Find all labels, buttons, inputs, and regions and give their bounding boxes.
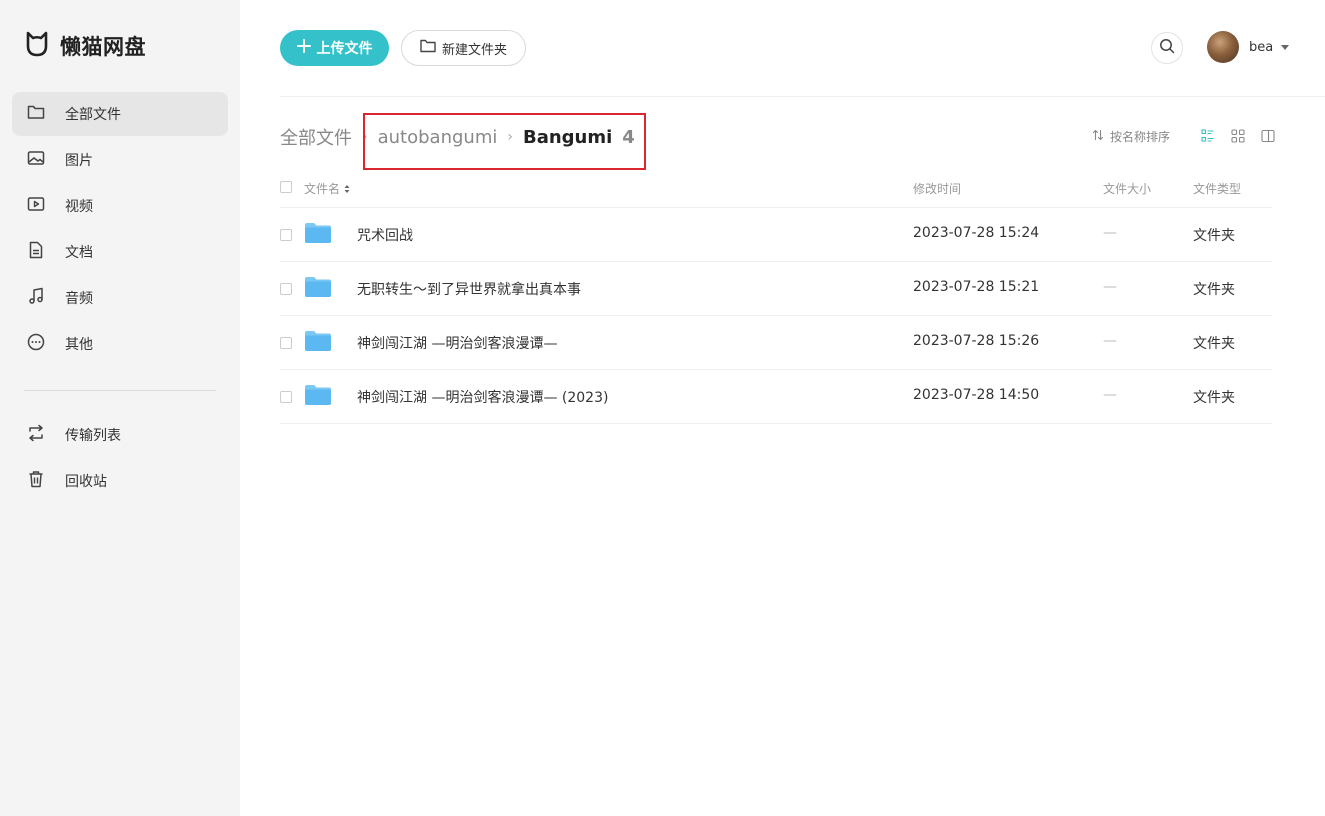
sort-label: 按名称排序 — [1110, 130, 1171, 144]
file-size: — — [1103, 225, 1117, 241]
folder-icon — [305, 384, 331, 410]
app-name: 懒猫网盘 — [60, 35, 146, 59]
modified-time: 2023-07-28 15:21 — [913, 279, 1040, 295]
grid-view-icon[interactable] — [1231, 128, 1245, 143]
sidebar-item-label: 图片 — [65, 153, 93, 169]
file-name: 神剑闯江湖 —明治剑客浪漫谭— (2023) — [357, 390, 609, 406]
folder-icon — [305, 276, 331, 302]
header-name-label: 文件名 — [304, 182, 341, 196]
file-size: — — [1103, 279, 1117, 295]
folder-icon — [305, 330, 331, 356]
file-name: 咒术回战 — [357, 228, 413, 244]
app-window: 懒猫网盘 全部文件 图片 视频 文档 音频 其他 传输列表 回收站 上传文件 新… — [0, 0, 1325, 816]
sidebar-item-transfers[interactable]: 传输列表 — [12, 413, 228, 457]
file-type: 文件夹 — [1193, 336, 1235, 352]
folder-icon — [305, 222, 331, 248]
header-modified[interactable]: 修改时间 — [913, 180, 961, 197]
file-type: 文件夹 — [1193, 228, 1235, 244]
table-row[interactable]: 神剑闯江湖 —明治剑客浪漫谭— (2023) 2023-07-28 14:50 … — [280, 370, 1272, 424]
header-divider — [280, 96, 1325, 97]
new-folder-button[interactable]: 新建文件夹 — [401, 30, 526, 66]
sort-button[interactable]: 按名称排序 — [1092, 128, 1170, 145]
file-name: 神剑闯江湖 —明治剑客浪漫谭— — [357, 336, 558, 352]
modified-time: 2023-07-28 15:26 — [913, 333, 1040, 349]
view-switcher — [1201, 128, 1275, 143]
cat-logo-icon — [24, 30, 50, 62]
transfer-icon — [27, 424, 45, 446]
row-checkbox[interactable] — [280, 283, 292, 295]
music-icon — [27, 287, 45, 309]
plus-icon — [296, 39, 311, 57]
folder-icon — [27, 104, 45, 124]
modified-time: 2023-07-28 14:50 — [913, 387, 1040, 403]
sidebar-item-documents[interactable]: 文档 — [12, 230, 228, 274]
sidebar-item-label: 音频 — [65, 291, 93, 307]
new-folder-button-label: 新建文件夹 — [441, 42, 507, 58]
search-button[interactable] — [1151, 32, 1183, 64]
sort-icon — [1092, 129, 1104, 144]
video-icon — [27, 196, 45, 216]
sidebar-divider — [24, 390, 216, 391]
sidebar-item-audio[interactable]: 音频 — [12, 276, 228, 320]
sidebar-item-label: 回收站 — [65, 474, 107, 490]
row-checkbox[interactable] — [280, 391, 292, 403]
table-row[interactable]: 神剑闯江湖 —明治剑客浪漫谭— 2023-07-28 15:26 — 文件夹 — [280, 316, 1272, 370]
sidebar-item-label: 文档 — [65, 245, 93, 261]
avatar[interactable] — [1207, 31, 1239, 63]
more-icon — [27, 333, 45, 355]
select-all-checkbox[interactable] — [280, 181, 292, 193]
caret-down-icon — [1281, 44, 1290, 50]
sidebar-item-trash[interactable]: 回收站 — [12, 459, 228, 503]
breadcrumb-root[interactable]: 全部文件 — [280, 124, 352, 150]
row-checkbox[interactable] — [280, 229, 292, 241]
upload-button-label: 上传文件 — [316, 41, 373, 57]
sidebar-item-label: 视频 — [65, 199, 93, 215]
file-type: 文件夹 — [1193, 282, 1235, 298]
sidebar-item-label: 全部文件 — [65, 107, 121, 123]
sort-arrows-icon — [344, 183, 350, 197]
image-icon — [27, 150, 45, 170]
sidebar: 懒猫网盘 全部文件 图片 视频 文档 音频 其他 传输列表 回收站 — [0, 0, 240, 816]
sidebar-item-images[interactable]: 图片 — [12, 138, 228, 182]
sidebar-item-label: 其他 — [65, 337, 93, 353]
file-size: — — [1103, 387, 1117, 403]
search-icon — [1159, 38, 1175, 58]
table-row[interactable]: 咒术回战 2023-07-28 15:24 — 文件夹 — [280, 208, 1272, 262]
modified-time: 2023-07-28 15:24 — [913, 225, 1040, 241]
sidebar-item-all-files[interactable]: 全部文件 — [12, 92, 228, 136]
folder-icon — [420, 39, 436, 57]
file-type: 文件夹 — [1193, 390, 1235, 406]
header-name[interactable]: 文件名 — [304, 180, 350, 197]
file-name: 无职转生～到了异世界就拿出真本事 — [357, 282, 581, 298]
header-size[interactable]: 文件大小 — [1103, 180, 1151, 197]
username: bea — [1249, 39, 1274, 55]
upload-button[interactable]: 上传文件 — [280, 30, 389, 66]
user-menu[interactable]: bea — [1207, 31, 1290, 63]
sidebar-item-videos[interactable]: 视频 — [12, 184, 228, 228]
table-header: 文件名 修改时间 文件大小 文件类型 — [280, 166, 1272, 208]
highlight-annotation-box — [363, 113, 646, 170]
row-checkbox[interactable] — [280, 337, 292, 349]
header-type[interactable]: 文件类型 — [1193, 180, 1241, 197]
logo[interactable]: 懒猫网盘 — [24, 30, 146, 62]
file-size: — — [1103, 333, 1117, 349]
sidebar-item-label: 传输列表 — [65, 428, 121, 444]
sidebar-item-other[interactable]: 其他 — [12, 322, 228, 366]
table-row[interactable]: 无职转生～到了异世界就拿出真本事 2023-07-28 15:21 — 文件夹 — [280, 262, 1272, 316]
list-view-icon[interactable] — [1201, 128, 1215, 142]
split-view-icon[interactable] — [1261, 128, 1275, 143]
trash-icon — [27, 470, 45, 492]
document-icon — [27, 241, 45, 263]
